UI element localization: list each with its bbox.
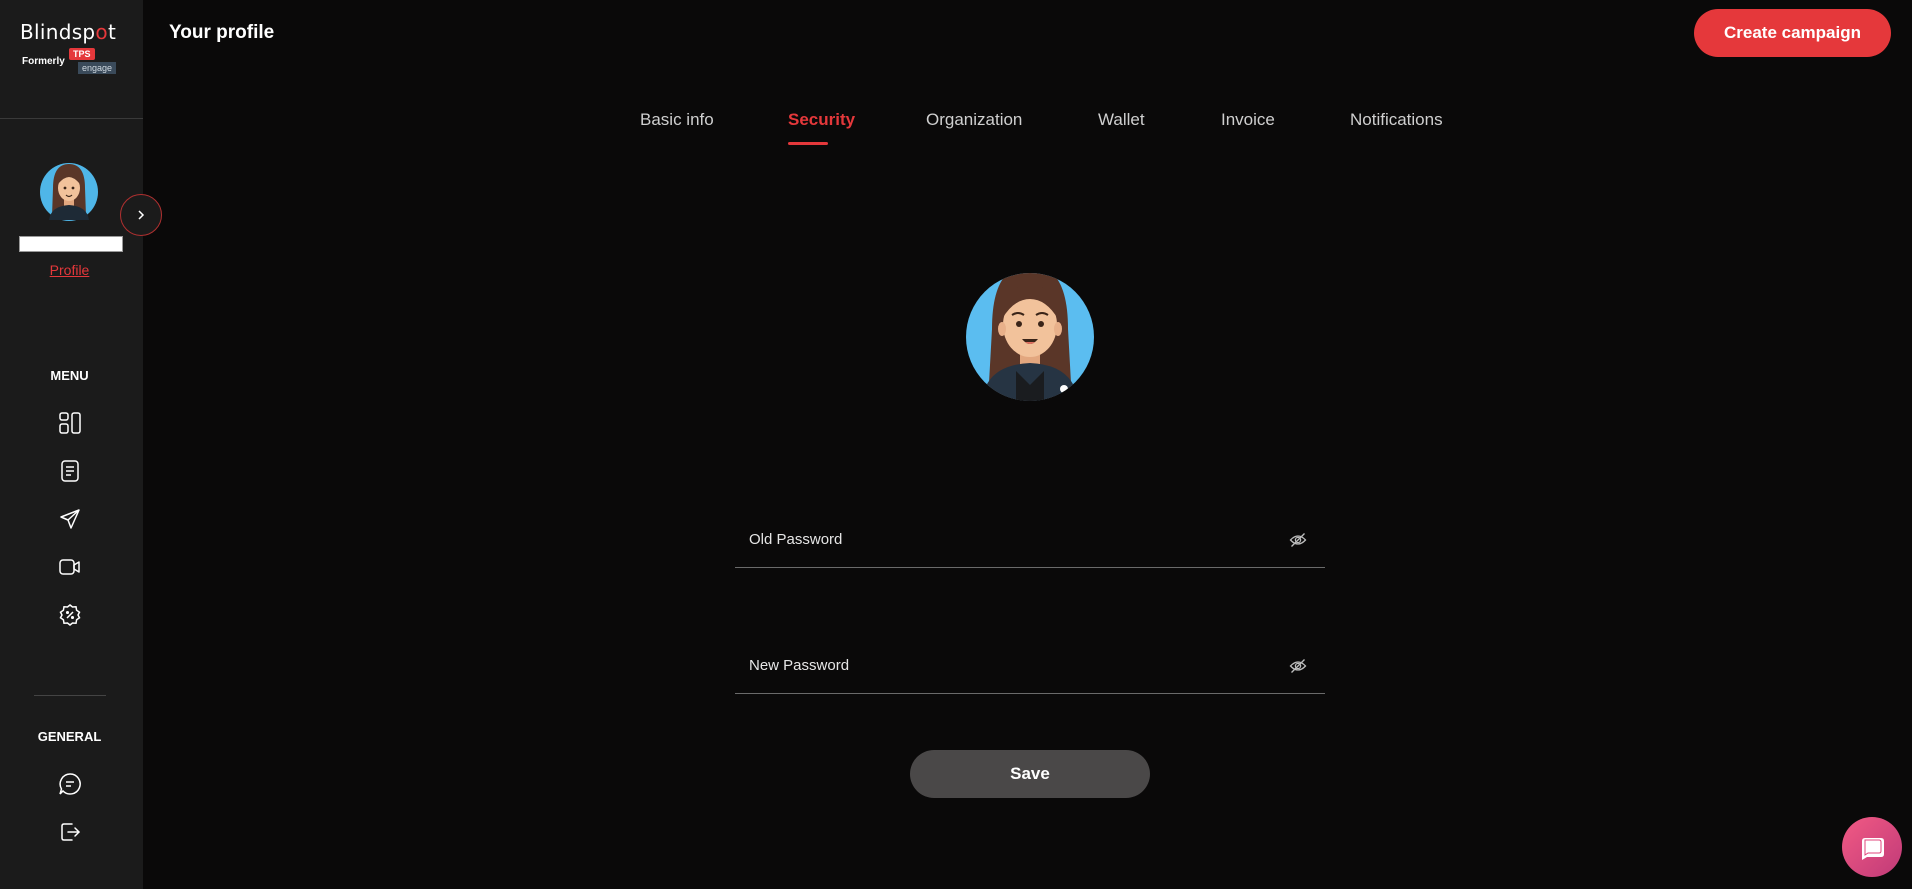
username-redacted bbox=[19, 236, 123, 252]
profile-tabs: Basic info Security Organization Wallet … bbox=[0, 110, 1912, 150]
brand-wordmark: Blindspot bbox=[20, 20, 117, 44]
tab-notifications[interactable]: Notifications bbox=[1350, 110, 1443, 130]
menu-section-label: MENU bbox=[50, 368, 89, 383]
discount-icon[interactable] bbox=[56, 601, 84, 629]
profile-link[interactable]: Profile bbox=[0, 262, 139, 278]
sidebar-section-divider bbox=[34, 695, 106, 696]
send-icon[interactable] bbox=[56, 505, 84, 533]
video-icon[interactable] bbox=[56, 553, 84, 581]
create-campaign-button[interactable]: Create campaign bbox=[1694, 9, 1891, 57]
tab-wallet[interactable]: Wallet bbox=[1098, 110, 1145, 130]
tab-security[interactable]: Security bbox=[788, 110, 855, 130]
tab-basic-info[interactable]: Basic info bbox=[640, 110, 714, 130]
chat-bubble-icon bbox=[1862, 838, 1884, 860]
eye-off-icon[interactable] bbox=[1289, 657, 1307, 675]
brand-logo[interactable]: Blindspot Formerly TPS engage bbox=[20, 20, 125, 80]
active-tab-indicator bbox=[788, 142, 828, 145]
general-section-label: GENERAL bbox=[37, 729, 102, 744]
old-password-field[interactable]: Old Password bbox=[735, 513, 1325, 568]
tab-invoice[interactable]: Invoice bbox=[1221, 110, 1275, 130]
brand-tps-badge: TPS bbox=[69, 48, 95, 60]
old-password-label: Old Password bbox=[749, 531, 843, 548]
new-password-field[interactable]: New Password bbox=[735, 639, 1325, 694]
sidebar-expand-button[interactable] bbox=[120, 194, 162, 236]
profile-avatar[interactable] bbox=[964, 259, 1096, 401]
eye-off-icon[interactable] bbox=[1289, 531, 1307, 549]
logout-icon[interactable] bbox=[56, 818, 84, 846]
chevron-right-icon bbox=[138, 210, 145, 220]
new-password-label: New Password bbox=[749, 657, 850, 674]
brand-engage-badge: engage bbox=[78, 62, 117, 74]
brand-formerly-label: Formerly bbox=[22, 56, 65, 67]
save-button[interactable]: Save bbox=[910, 750, 1150, 798]
chat-widget-button[interactable] bbox=[1842, 817, 1902, 877]
page-title: Your profile bbox=[169, 22, 275, 43]
tab-organization[interactable]: Organization bbox=[926, 110, 1022, 130]
chat-icon[interactable] bbox=[56, 770, 84, 798]
document-icon[interactable] bbox=[56, 457, 84, 485]
dashboard-icon[interactable] bbox=[56, 409, 84, 437]
sidebar-avatar[interactable] bbox=[39, 158, 99, 222]
